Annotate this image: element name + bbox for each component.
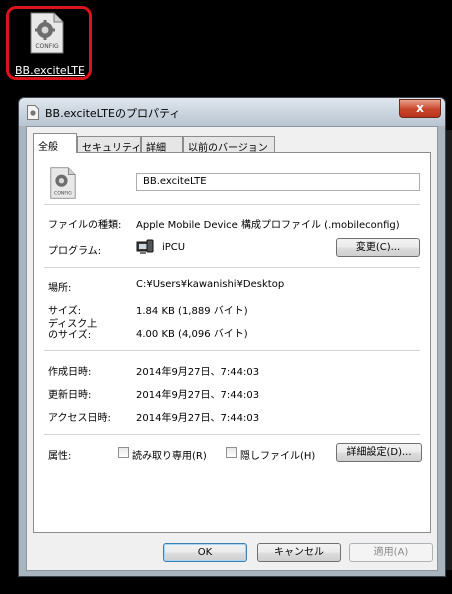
ok-button[interactable]: OK <box>163 543 247 562</box>
desktop-edge <box>446 130 452 570</box>
tab-previous-versions[interactable]: 以前のバージョン <box>183 136 275 154</box>
accessed-value: 2014年9月27日、7:44:03 <box>136 413 260 424</box>
window-title: BB.exciteLTEのプロパティ <box>45 107 181 120</box>
readonly-checkbox[interactable] <box>118 447 129 458</box>
apply-button[interactable]: 適用(A) <box>349 543 433 562</box>
config-badge-text: CONFIG <box>35 43 59 50</box>
desktop-icon-caption: BB.exciteLTE <box>15 64 85 77</box>
title-bar[interactable]: BB.exciteLTEのプロパティ x <box>19 98 445 126</box>
disk-size-label: ディスク上 のサイズ: <box>48 319 98 341</box>
tab-general[interactable]: 全般 <box>33 133 77 153</box>
location-value: C:¥Users¥kawanishi¥Desktop <box>136 279 285 290</box>
tab-details[interactable]: 詳細 <box>141 136 183 154</box>
config-file-icon: CONFIG <box>50 167 76 199</box>
config-file-icon: CONFIG <box>30 12 64 54</box>
ipcu-app-icon <box>136 239 154 254</box>
modified-value: 2014年9月27日、7:44:03 <box>136 390 260 401</box>
modified-label: 更新日時: <box>48 390 92 401</box>
separator <box>44 267 420 268</box>
desktop-file-icon[interactable]: CONFIG BB.exciteLTE <box>6 6 96 82</box>
file-type-label: ファイルの種類: <box>48 220 122 231</box>
separator <box>44 350 420 351</box>
location-label: 場所: <box>48 283 72 294</box>
change-program-button[interactable]: 変更(C)... <box>336 238 420 257</box>
separator <box>44 204 420 205</box>
size-label: サイズ: <box>48 306 82 317</box>
close-button[interactable]: x <box>399 99 441 118</box>
attributes-label: 属性: <box>48 451 72 462</box>
dialog-client: 全般 セキュリティ 詳細 以前のバージョン CONFIG BB.exciteLT… <box>26 126 438 571</box>
accessed-label: アクセス日時: <box>48 413 111 424</box>
program-label: プログラム: <box>48 246 102 257</box>
created-value: 2014年9月27日、7:44:03 <box>136 367 260 378</box>
program-value: iPCU <box>162 242 186 253</box>
file-name-field[interactable]: BB.exciteLTE <box>136 173 420 191</box>
file-icon <box>27 105 39 120</box>
disk-size-value: 4.00 KB (4,096 バイト) <box>136 329 248 340</box>
tab-security[interactable]: セキュリティ <box>77 136 141 154</box>
general-panel: CONFIG BB.exciteLTE ファイルの種類: Apple Mobil… <box>33 152 431 533</box>
separator <box>44 434 420 435</box>
hidden-label[interactable]: 隠しファイル(H) <box>240 447 315 462</box>
cancel-button[interactable]: キャンセル <box>257 543 341 562</box>
created-label: 作成日時: <box>48 367 92 378</box>
hidden-checkbox[interactable] <box>226 447 237 458</box>
properties-window: BB.exciteLTEのプロパティ x 全般 セキュリティ 詳細 以前のバージ… <box>18 97 446 577</box>
advanced-button[interactable]: 詳細設定(D)... <box>336 443 422 462</box>
readonly-label[interactable]: 読み取り専用(R) <box>132 447 207 462</box>
size-value: 1.84 KB (1,889 バイト) <box>136 306 248 317</box>
file-type-value: Apple Mobile Device 構成プロファイル (.mobilecon… <box>136 220 400 231</box>
config-badge-text: CONFIG <box>54 190 72 196</box>
